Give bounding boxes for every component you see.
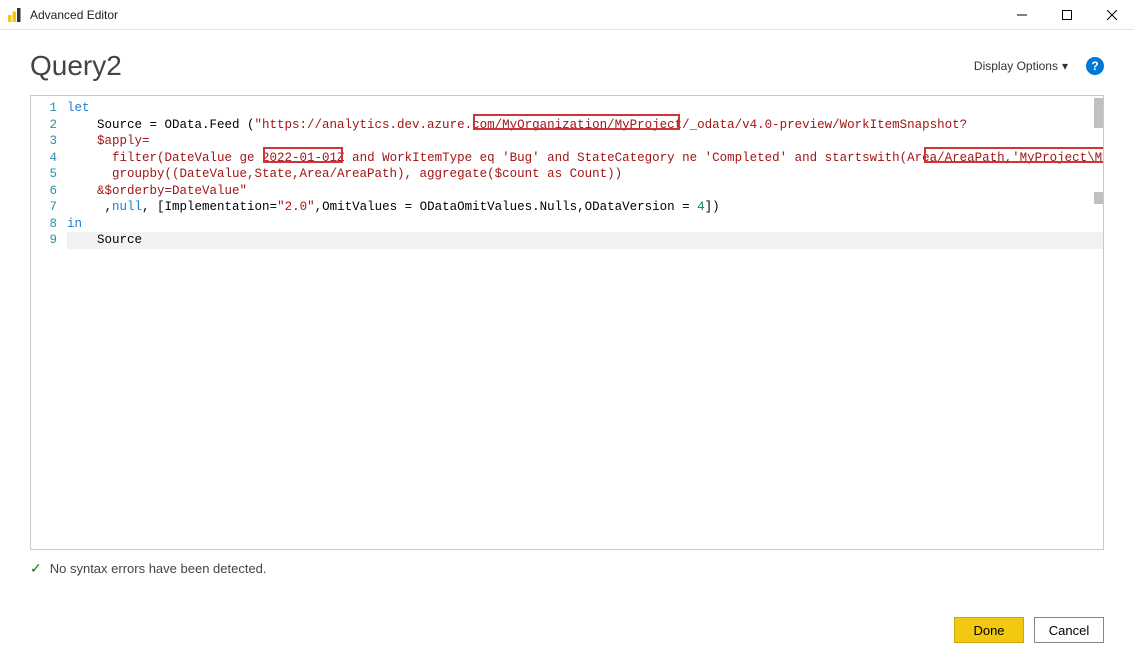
- line-number-gutter: 123456789: [31, 96, 67, 549]
- window-title: Advanced Editor: [30, 8, 999, 22]
- code-string: filter(DateValue ge: [67, 151, 262, 165]
- minimize-button[interactable]: [999, 0, 1044, 29]
- highlight-date: 2022-01-01Z: [262, 151, 345, 165]
- code-string: &$orderby=DateValue": [67, 184, 247, 198]
- title-bar: Advanced Editor: [0, 0, 1134, 30]
- code-number: 4: [697, 200, 705, 214]
- code-string: "2.0": [277, 200, 315, 214]
- code-text: ,: [67, 200, 112, 214]
- code-editor[interactable]: 123456789 let Source = OData.Feed ("http…: [30, 95, 1104, 550]
- maximize-button[interactable]: [1044, 0, 1089, 29]
- checkmark-icon: ✓: [30, 560, 42, 577]
- code-string: $apply=: [67, 134, 150, 148]
- code-text: Source = OData.Feed (: [67, 118, 255, 132]
- minimap-thumb-top[interactable]: [1094, 98, 1103, 128]
- window-controls: [999, 0, 1134, 29]
- keyword-let: let: [67, 101, 90, 115]
- keyword-null: null: [112, 200, 142, 214]
- status-message: No syntax errors have been detected.: [50, 561, 267, 576]
- highlight-areapath: 'MyProject\MyAreaPath'))/: [1012, 151, 1104, 165]
- code-text: Source: [67, 233, 142, 247]
- close-button[interactable]: [1089, 0, 1134, 29]
- highlight-org-project: /MyOrganization/MyProject/: [495, 118, 690, 132]
- code-text: ,OmitValues = ODataOmitValues.Nulls,ODat…: [315, 200, 698, 214]
- chevron-down-icon: ▾: [1062, 59, 1068, 73]
- code-string: _odata/v4.0-preview/WorkItemSnapshot?: [690, 118, 968, 132]
- cancel-button[interactable]: Cancel: [1034, 617, 1104, 643]
- editor-header: Query2 Display Options ▾ ?: [0, 30, 1134, 90]
- minimap-scrollbar[interactable]: [1093, 96, 1103, 549]
- help-icon[interactable]: ?: [1086, 57, 1104, 75]
- code-area[interactable]: let Source = OData.Feed ("https://analyt…: [67, 96, 1103, 549]
- app-icon: [8, 8, 22, 22]
- code-string: "https://analytics.dev.azure.com: [255, 118, 495, 132]
- footer-buttons: Done Cancel: [954, 617, 1104, 643]
- query-name: Query2: [30, 50, 974, 82]
- display-options-label: Display Options: [974, 59, 1058, 73]
- status-bar: ✓ No syntax errors have been detected.: [0, 550, 1134, 577]
- code-string: groupby((DateValue,State,Area/AreaPath),…: [67, 167, 622, 181]
- done-button[interactable]: Done: [954, 617, 1024, 643]
- code-text: , [Implementation=: [142, 200, 277, 214]
- code-text: ]): [705, 200, 720, 214]
- code-string: and WorkItemType eq 'Bug' and StateCateg…: [345, 151, 1013, 165]
- keyword-in: in: [67, 217, 82, 231]
- minimap-thumb-mid[interactable]: [1094, 192, 1103, 204]
- display-options-dropdown[interactable]: Display Options ▾: [974, 59, 1068, 73]
